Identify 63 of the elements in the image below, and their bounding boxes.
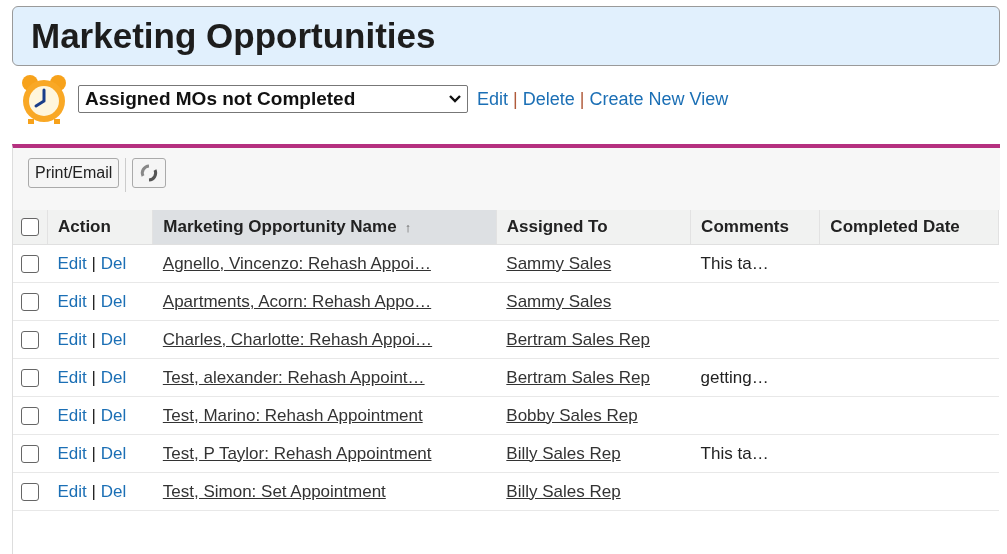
link-separator: | xyxy=(579,88,585,110)
chevron-down-icon xyxy=(449,95,461,103)
column-header[interactable]: Comments xyxy=(690,210,820,245)
row-edit-link[interactable]: Edit xyxy=(57,443,87,463)
column-header[interactable]: Marketing Opportunity Name ↑ xyxy=(152,210,497,245)
view-link[interactable]: Delete xyxy=(522,88,575,110)
row-del-link[interactable]: Del xyxy=(100,291,127,311)
assignee-link[interactable]: Sammy Sales xyxy=(506,291,612,311)
row-edit-link[interactable]: Edit xyxy=(57,405,87,425)
view-select[interactable]: Assigned MOs not Completed xyxy=(78,85,468,113)
print-email-button[interactable]: Print/Email xyxy=(28,158,120,188)
link-separator: | xyxy=(91,329,96,349)
link-separator: | xyxy=(91,291,96,311)
row-edit-link[interactable]: Edit xyxy=(57,329,87,349)
row-del-link[interactable]: Del xyxy=(100,367,127,387)
opportunity-link[interactable]: Test, alexander: Rehash Appoint… xyxy=(162,367,425,387)
assignee-link[interactable]: Billy Sales Rep xyxy=(506,481,621,501)
refresh-icon xyxy=(139,164,160,182)
row-checkbox[interactable] xyxy=(21,444,39,463)
comment-text: This ta… xyxy=(700,253,769,273)
row-del-link[interactable]: Del xyxy=(100,329,127,349)
link-separator: | xyxy=(91,253,96,273)
row-checkbox[interactable] xyxy=(21,330,39,349)
column-header[interactable]: Assigned To xyxy=(496,210,691,245)
row-edit-link[interactable]: Edit xyxy=(57,253,87,273)
row-del-link[interactable]: Del xyxy=(100,481,127,501)
opportunity-link[interactable]: Test, Marino: Rehash Appointment xyxy=(162,405,423,425)
view-link[interactable]: Create New View xyxy=(589,88,729,110)
row-del-link[interactable]: Del xyxy=(100,443,127,463)
row-checkbox[interactable] xyxy=(21,406,39,425)
comment-text: getting… xyxy=(700,367,769,387)
link-separator: | xyxy=(91,481,96,501)
link-separator: | xyxy=(91,443,96,463)
page-title: Marketing Opportunities xyxy=(31,16,436,56)
row-checkbox[interactable] xyxy=(21,482,39,501)
row-edit-link[interactable]: Edit xyxy=(57,291,87,311)
column-header[interactable]: Action xyxy=(47,210,153,245)
row-edit-link[interactable]: Edit xyxy=(57,481,87,501)
link-separator: | xyxy=(91,405,96,425)
row-checkbox[interactable] xyxy=(21,368,39,387)
comment-text: This ta… xyxy=(700,443,769,463)
assignee-link[interactable]: Billy Sales Rep xyxy=(506,443,621,463)
column-header[interactable]: Completed Date xyxy=(819,210,999,245)
opportunity-link[interactable]: Charles, Charlotte: Rehash Appoi… xyxy=(162,329,433,349)
row-checkbox[interactable] xyxy=(21,254,39,273)
opportunity-link[interactable]: Agnello, Vincenzo: Rehash Appoi… xyxy=(162,253,431,273)
sort-arrow-icon: ↑ xyxy=(404,220,412,235)
opportunity-link[interactable]: Test, P Taylor: Rehash Appointment xyxy=(162,443,432,463)
assignee-link[interactable]: Bertram Sales Rep xyxy=(506,367,650,387)
opportunity-link[interactable]: Apartments, Acorn: Rehash Appo… xyxy=(162,291,432,311)
assignee-link[interactable]: Bertram Sales Rep xyxy=(506,329,650,349)
select-all-checkbox[interactable] xyxy=(21,218,39,236)
refresh-button[interactable] xyxy=(132,158,167,188)
view-link[interactable]: Edit xyxy=(477,88,509,110)
assignee-link[interactable]: Bobby Sales Rep xyxy=(506,405,638,425)
assignee-link[interactable]: Sammy Sales xyxy=(506,253,612,273)
row-edit-link[interactable]: Edit xyxy=(57,367,87,387)
link-separator: | xyxy=(513,88,518,110)
row-checkbox[interactable] xyxy=(21,292,39,311)
row-del-link[interactable]: Del xyxy=(100,253,127,273)
row-del-link[interactable]: Del xyxy=(100,405,127,425)
link-separator: | xyxy=(91,367,96,387)
opportunity-link[interactable]: Test, Simon: Set Appointment xyxy=(162,481,386,501)
